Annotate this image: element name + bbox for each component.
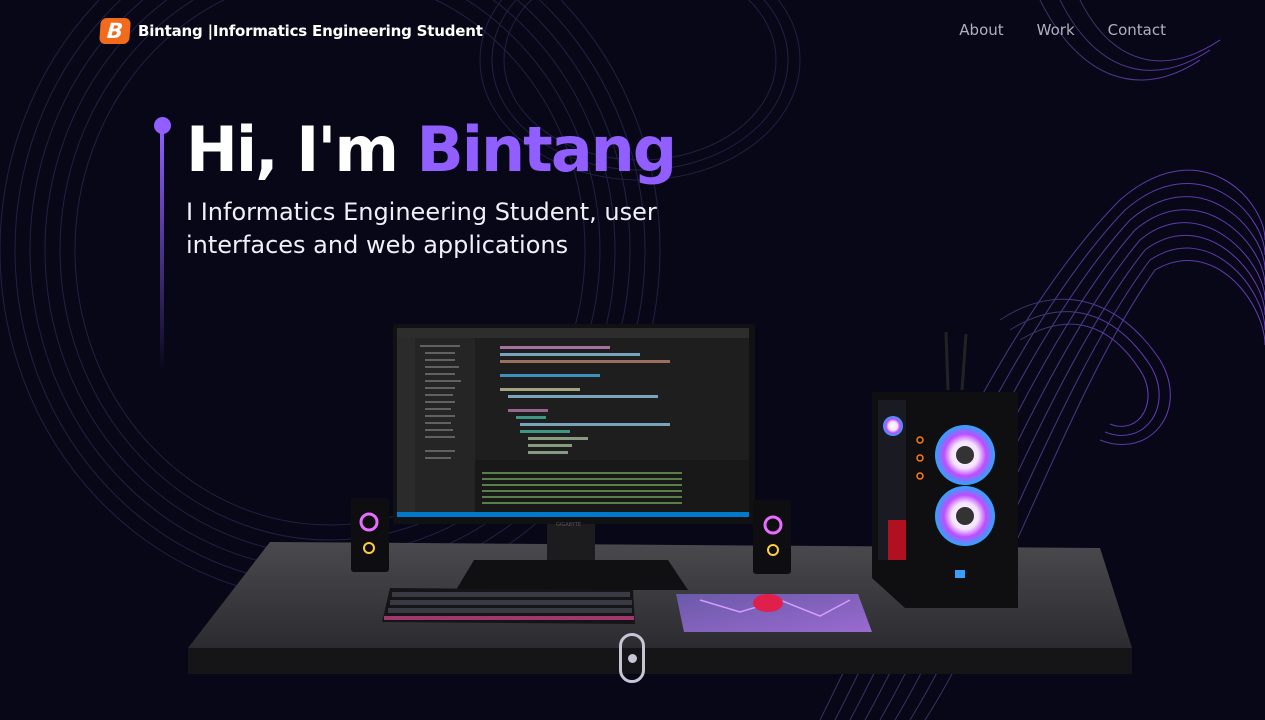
scroll-dot-icon: [627, 653, 637, 663]
scroll-down-indicator[interactable]: [619, 633, 645, 683]
monitor-brand-label: GIGABYTE: [556, 522, 581, 528]
pc-case: [872, 331, 1018, 608]
desktop-3d-scene: GIGABYTE: [188, 324, 1132, 674]
keyboard: [382, 588, 635, 624]
mouse: [753, 594, 783, 612]
left-speaker: [351, 498, 389, 572]
right-speaker: [753, 500, 791, 574]
